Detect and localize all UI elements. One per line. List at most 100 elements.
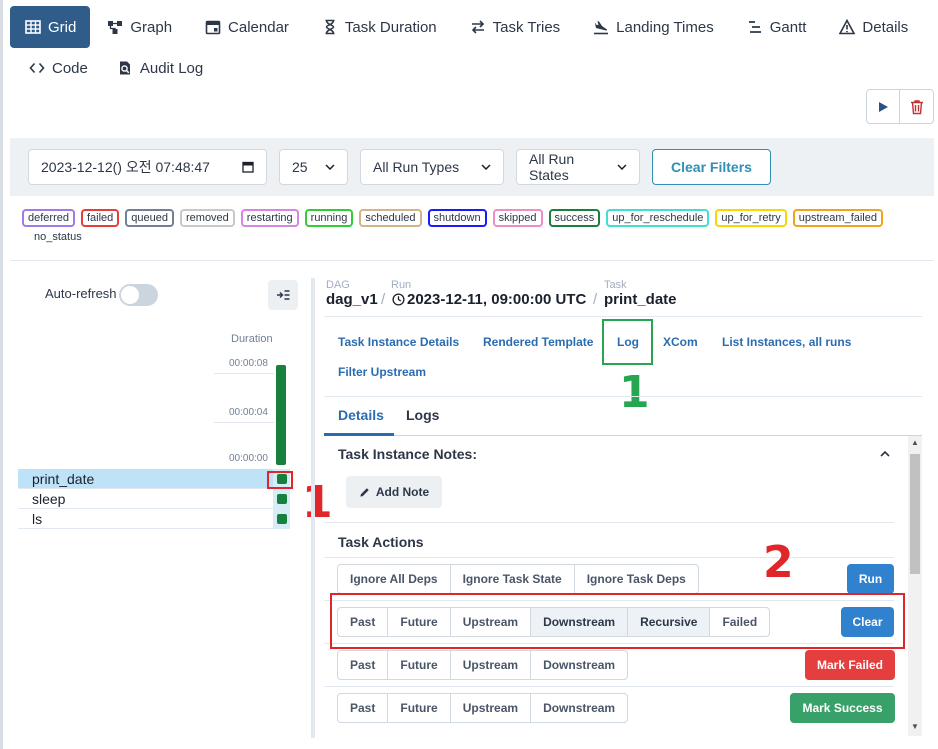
duration-gridline bbox=[214, 422, 274, 423]
base-date-input[interactable]: 2023-12-12() 오전 07:48:47 bbox=[28, 149, 267, 185]
tab-logs-panel[interactable]: Logs bbox=[406, 407, 439, 423]
tab-task-duration[interactable]: Task Duration bbox=[305, 6, 453, 48]
delete-dag-button[interactable] bbox=[900, 89, 934, 124]
run-types-value: All Run Types bbox=[373, 159, 460, 175]
nav-tabs: Grid Graph Calendar Task Duration Task T… bbox=[10, 6, 924, 48]
add-note-label: Add Note bbox=[375, 485, 430, 499]
auto-refresh-toggle[interactable] bbox=[119, 284, 158, 306]
task-name: print_date bbox=[32, 471, 95, 487]
legend-badge-queued[interactable]: queued bbox=[125, 209, 174, 227]
chevron-up-icon[interactable] bbox=[880, 450, 890, 457]
legend-badge-deferred[interactable]: deferred bbox=[22, 209, 75, 227]
run-states-value: All Run States bbox=[529, 151, 575, 183]
num-runs-value: 25 bbox=[292, 159, 308, 175]
tab-grid[interactable]: Grid bbox=[10, 6, 91, 48]
tab-task-duration-label: Task Duration bbox=[344, 18, 437, 36]
breadcrumb-dag[interactable]: dag_v1 bbox=[326, 291, 378, 308]
tab-details[interactable]: Details bbox=[822, 6, 924, 48]
tab-gantt[interactable]: Gantt bbox=[730, 6, 823, 48]
tab-details-label: Details bbox=[862, 18, 909, 36]
duration-tick: 00:00:08 bbox=[229, 358, 268, 369]
mark-success-button[interactable]: Mark Success bbox=[790, 693, 895, 723]
run-states-select[interactable]: All Run States bbox=[516, 149, 640, 185]
grid-icon bbox=[24, 18, 42, 36]
annotation-number: 1 bbox=[619, 367, 650, 418]
legend-badge-running[interactable]: running bbox=[304, 209, 354, 227]
task-row-print-date[interactable]: print_date bbox=[18, 469, 290, 489]
subtab-list-instances[interactable]: List Instances, all runs bbox=[722, 335, 851, 349]
subtab-rendered-template[interactable]: Rendered Template bbox=[483, 335, 593, 349]
legend-badge-shutdown[interactable]: shutdown bbox=[427, 209, 487, 227]
success-past-toggle[interactable]: Past bbox=[338, 694, 389, 722]
trigger-dag-button[interactable] bbox=[866, 89, 900, 124]
scroll-down-arrow[interactable]: ▼ bbox=[911, 722, 919, 731]
add-note-button[interactable]: Add Note bbox=[346, 476, 442, 508]
task-instance-status-box[interactable] bbox=[277, 514, 287, 524]
failed-future-toggle[interactable]: Future bbox=[388, 651, 451, 679]
calendar-picker-icon[interactable] bbox=[242, 161, 254, 173]
mark-failed-options-group: Past Future Upstream Downstream bbox=[337, 650, 629, 680]
tab-audit-log[interactable]: Audit Log bbox=[98, 48, 213, 88]
mark-failed-button[interactable]: Mark Failed bbox=[805, 650, 895, 680]
success-upstream-toggle[interactable]: Upstream bbox=[451, 694, 532, 722]
ignore-task-deps-toggle[interactable]: Ignore Task Deps bbox=[575, 565, 698, 593]
tab-code[interactable]: Code bbox=[10, 48, 98, 88]
breadcrumb-task[interactable]: print_date bbox=[604, 291, 677, 308]
pencil-icon bbox=[360, 487, 369, 497]
tab-details-panel[interactable]: Details bbox=[338, 407, 384, 423]
failed-upstream-toggle[interactable]: Upstream bbox=[451, 651, 532, 679]
details-scrollbar[interactable]: ▲ ▼ bbox=[908, 436, 922, 736]
failed-downstream-toggle[interactable]: Downstream bbox=[531, 651, 627, 679]
task-row-ls[interactable]: ls bbox=[18, 509, 290, 529]
breadcrumb-run[interactable]: 2023-12-11, 09:00:00 UTC bbox=[392, 291, 586, 308]
dag-run-duration-bar[interactable] bbox=[276, 365, 286, 465]
legend-badge-skipped[interactable]: skipped bbox=[492, 209, 543, 227]
breadcrumb-separator: / bbox=[381, 291, 386, 308]
play-icon bbox=[879, 101, 888, 112]
warning-triangle-icon bbox=[838, 18, 856, 36]
ignore-task-state-toggle[interactable]: Ignore Task State bbox=[451, 565, 575, 593]
num-runs-select[interactable]: 25 bbox=[279, 149, 348, 185]
subtab-filter-upstream[interactable]: Filter Upstream bbox=[338, 365, 426, 379]
legend-badge-success[interactable]: success bbox=[548, 209, 601, 227]
scroll-up-arrow[interactable]: ▲ bbox=[911, 438, 919, 447]
divider bbox=[10, 260, 934, 261]
collapse-grid-button[interactable] bbox=[268, 280, 298, 310]
chevron-down-icon bbox=[481, 164, 491, 170]
legend-badge-failed[interactable]: failed bbox=[80, 209, 120, 227]
failed-past-toggle[interactable]: Past bbox=[338, 651, 389, 679]
ignore-all-deps-toggle[interactable]: Ignore All Deps bbox=[338, 565, 451, 593]
legend-badge-removed[interactable]: removed bbox=[180, 209, 235, 227]
base-date-value: 2023-12-12() 오전 07:48:47 bbox=[41, 159, 210, 175]
tab-landing-times[interactable]: Landing Times bbox=[576, 6, 730, 48]
breadcrumb-task-label: Task bbox=[604, 279, 627, 291]
tab-task-tries[interactable]: Task Tries bbox=[453, 6, 577, 48]
notes-title: Task Instance Notes: bbox=[338, 446, 478, 462]
clear-filters-button[interactable]: Clear Filters bbox=[652, 149, 771, 185]
nav-tabs-secondary: Code Audit Log bbox=[10, 48, 213, 88]
subtab-xcom[interactable]: XCom bbox=[663, 335, 698, 349]
legend-badge-up-for-retry[interactable]: up_for_retry bbox=[715, 209, 787, 227]
run-button[interactable]: Run bbox=[847, 564, 894, 594]
legend-badge-scheduled[interactable]: scheduled bbox=[359, 209, 422, 227]
gantt-icon bbox=[746, 18, 764, 36]
success-future-toggle[interactable]: Future bbox=[388, 694, 451, 722]
tab-graph-label: Graph bbox=[130, 18, 173, 36]
task-instance-status-box[interactable] bbox=[277, 494, 287, 504]
run-types-select[interactable]: All Run Types bbox=[360, 149, 504, 185]
divider bbox=[324, 316, 922, 317]
task-row-sleep[interactable]: sleep bbox=[18, 489, 290, 509]
panel-resize-handle[interactable] bbox=[311, 278, 315, 738]
tab-graph[interactable]: Graph bbox=[90, 6, 188, 48]
subtab-task-instance-details[interactable]: Task Instance Details bbox=[338, 335, 459, 349]
legend-badge-up-for-reschedule[interactable]: up_for_reschedule bbox=[606, 209, 710, 227]
hourglass-icon bbox=[321, 18, 339, 36]
legend-badge-restarting[interactable]: restarting bbox=[240, 209, 299, 227]
state-legend: deferred failed queued removed restarting run… bbox=[22, 209, 902, 227]
divider bbox=[324, 396, 922, 397]
scroll-thumb[interactable] bbox=[910, 454, 920, 574]
success-downstream-toggle[interactable]: Downstream bbox=[531, 694, 627, 722]
divider bbox=[324, 557, 894, 558]
legend-badge-upstream-failed[interactable]: upstream_failed bbox=[792, 209, 883, 227]
tab-calendar[interactable]: Calendar bbox=[188, 6, 305, 48]
